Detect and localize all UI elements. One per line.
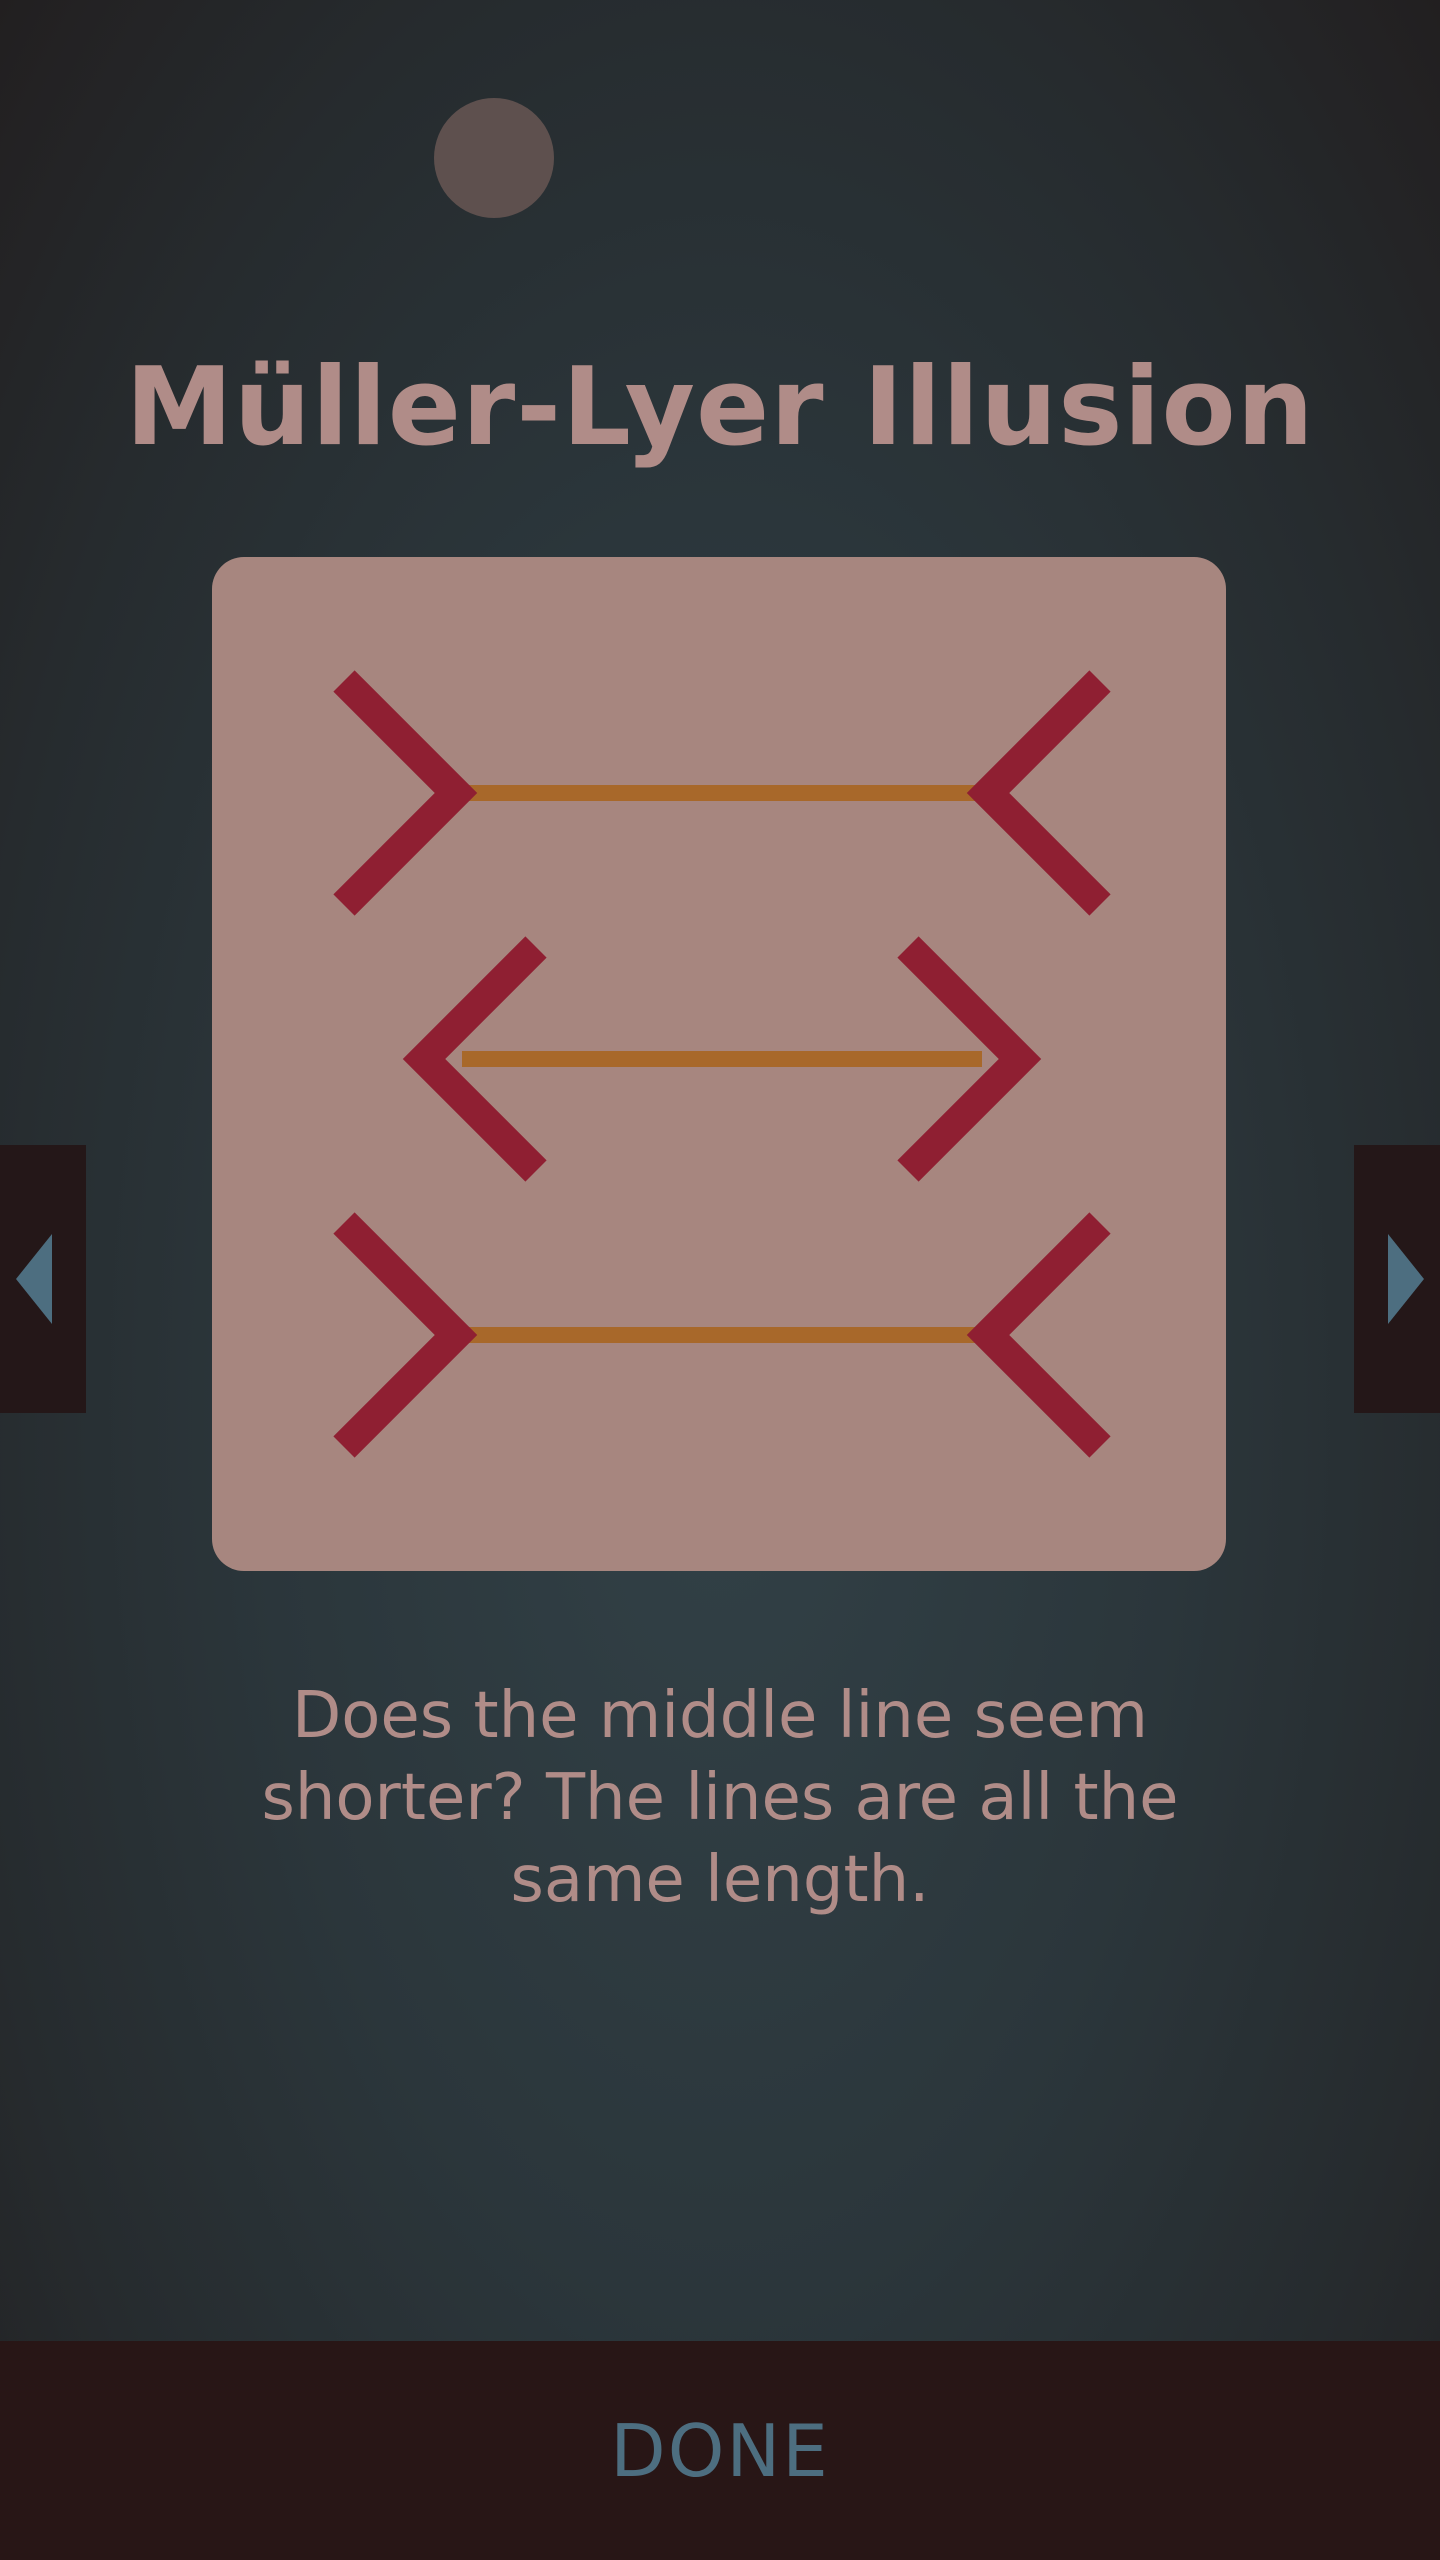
middle-line xyxy=(402,936,1042,1182)
page-indicator-dot xyxy=(434,98,554,218)
triangle-right-icon xyxy=(1388,1234,1424,1324)
illusion-illustration-card xyxy=(212,557,1226,1571)
bottom-bar: DONE xyxy=(0,2341,1440,2560)
next-page-button[interactable] xyxy=(1354,1145,1440,1413)
illusion-drawing xyxy=(333,670,1111,1458)
previous-page-button[interactable] xyxy=(0,1145,86,1413)
bottom-line-left-fin xyxy=(333,1212,478,1458)
done-button[interactable]: DONE xyxy=(520,2341,920,2560)
bottom-line-right-fin xyxy=(966,1212,1111,1458)
bottom-line xyxy=(333,1212,1111,1458)
page-title: Müller-Lyer Illusion xyxy=(125,345,1315,470)
top-line-right-fin xyxy=(966,670,1111,916)
triangle-left-icon xyxy=(16,1234,52,1324)
top-line xyxy=(333,670,1111,916)
illusion-description: Does the middle line seem shorter? The l… xyxy=(261,1679,1179,1917)
top-line-left-fin xyxy=(333,670,478,916)
